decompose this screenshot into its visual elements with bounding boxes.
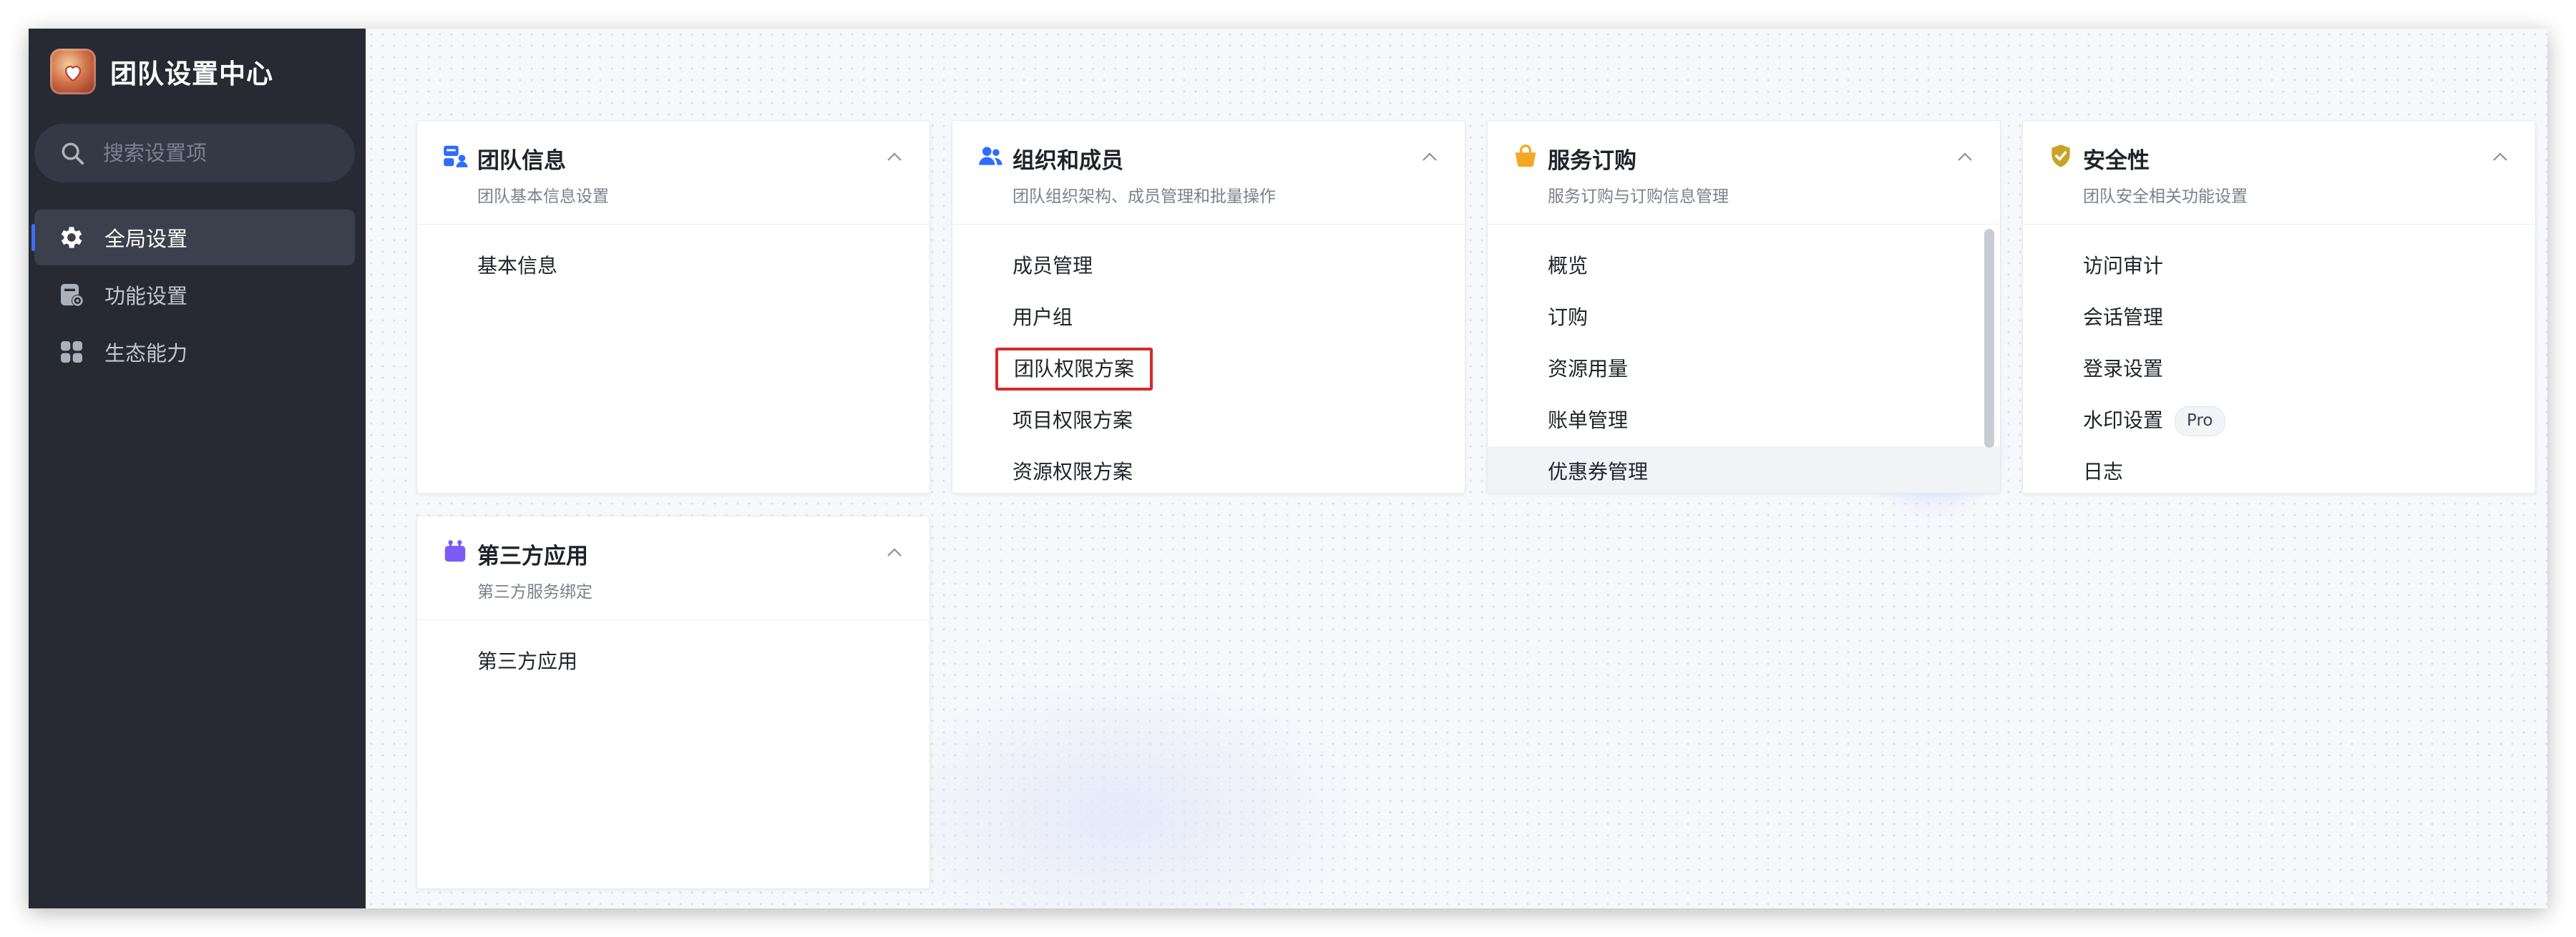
card-header[interactable]: 第三方应用 第三方服务绑定 (417, 516, 930, 620)
members-icon (979, 147, 1002, 165)
card-body: 概览 订购 资源用量 账单管理 优惠券管理 (1488, 225, 2000, 493)
sidebar-nav: 全局设置 功能设置 生态能力 (31, 210, 355, 381)
sidebar: 团队设置中心 全局设置 (29, 29, 366, 908)
search-icon (62, 142, 84, 165)
sidebar-item-global-settings[interactable]: 全局设置 (31, 210, 355, 265)
sidebar-item-label: 生态能力 (104, 341, 188, 366)
card-third-party: 第三方应用 第三方服务绑定 第三方应用 (416, 516, 930, 889)
app-title: 团队设置中心 (110, 59, 273, 89)
app-logo-icon (50, 49, 96, 94)
card-title: 团队信息 (477, 148, 566, 174)
card-title: 第三方应用 (477, 544, 588, 569)
feature-settings-icon (61, 284, 84, 307)
gear-icon (61, 227, 82, 248)
card-service: 服务订购 服务订购与订购信息管理 概览 订购 资源用量 账单管理 优惠券管理 (1487, 120, 2001, 494)
list-item[interactable]: 资源用量 (1488, 343, 2000, 395)
pro-badge: Pro (2175, 406, 2225, 436)
brand: 团队设置中心 (50, 49, 273, 94)
list-item[interactable]: 水印设置 Pro (2023, 395, 2535, 446)
card-body: 基本信息 (417, 225, 930, 292)
card-subtitle: 团队基本信息设置 (477, 187, 609, 206)
card-body: 成员管理 用户组 团队权限方案 项目权限方案 资源权限方案 (952, 225, 1465, 493)
list-item[interactable]: 概览 (1488, 240, 2000, 292)
card-header[interactable]: 安全性 团队安全相关功能设置 (2023, 121, 2535, 225)
list-item[interactable]: 资源权限方案 (952, 446, 1465, 493)
app-window: 团队设置中心 全局设置 (29, 29, 2547, 908)
highlight-box: 团队权限方案 (995, 348, 1153, 391)
chevron-up-icon[interactable] (884, 149, 905, 164)
card-subtitle: 第三方服务绑定 (477, 583, 592, 602)
card-header[interactable]: 服务订购 服务订购与订购信息管理 (1488, 121, 2000, 225)
card-subtitle: 服务订购与订购信息管理 (1548, 187, 1729, 206)
list-item[interactable]: 订购 (1488, 292, 2000, 343)
list-item[interactable]: 基本信息 (417, 240, 930, 292)
list-item-hovered[interactable]: 优惠券管理 (1488, 446, 2000, 493)
third-party-app-icon (444, 540, 466, 562)
list-item[interactable]: 第三方应用 (417, 636, 930, 687)
search-input[interactable] (102, 140, 341, 166)
apps-grid-icon (61, 341, 82, 363)
shield-check-icon (2051, 144, 2070, 167)
card-header[interactable]: 组织和成员 团队组织架构、成员管理和批量操作 (952, 121, 1465, 225)
list-item[interactable]: 项目权限方案 (952, 395, 1465, 446)
list-item[interactable]: 成员管理 (952, 240, 1465, 292)
card-header[interactable]: 团队信息 团队基本信息设置 (417, 121, 930, 225)
card-body: 第三方应用 (417, 620, 930, 687)
scrollbar[interactable] (1984, 229, 1994, 448)
background-glow (867, 672, 1367, 908)
card-team-info: 团队信息 团队基本信息设置 基本信息 (416, 120, 930, 494)
shopping-bag-icon (1515, 144, 1536, 167)
list-item[interactable]: 用户组 (952, 292, 1465, 343)
chevron-up-icon[interactable] (884, 545, 905, 559)
card-org-members: 组织和成员 团队组织架构、成员管理和批量操作 成员管理 用户组 团队权限方案 项… (952, 120, 1465, 494)
card-body: 访问审计 会话管理 登录设置 水印设置 Pro 日志 (2023, 225, 2535, 493)
card-title: 组织和成员 (1013, 148, 1123, 174)
list-item[interactable]: 日志 (2023, 446, 2535, 493)
sidebar-item-label: 功能设置 (104, 284, 188, 308)
sidebar-item-label: 全局设置 (104, 227, 188, 251)
card-title: 服务订购 (1548, 148, 1636, 174)
team-info-icon (444, 145, 468, 167)
list-item[interactable]: 登录设置 (2023, 343, 2535, 395)
sidebar-item-feature-settings[interactable]: 功能设置 (34, 267, 355, 323)
list-item[interactable]: 账单管理 (1488, 395, 2000, 446)
card-subtitle: 团队组织架构、成员管理和批量操作 (1013, 187, 1276, 206)
list-item-highlighted[interactable]: 团队权限方案 (952, 343, 1465, 395)
card-subtitle: 团队安全相关功能设置 (2083, 187, 2248, 206)
chevron-up-icon[interactable] (1954, 149, 1976, 164)
card-title: 安全性 (2083, 148, 2150, 174)
list-item[interactable]: 会话管理 (2023, 292, 2535, 343)
main-content: 团队信息 团队基本信息设置 基本信息 组织和成员 团队组织架构、成员管理和批量操… (366, 29, 2547, 908)
chevron-up-icon[interactable] (1419, 149, 1440, 164)
list-item[interactable]: 访问审计 (2023, 240, 2535, 292)
sidebar-item-ecosystem[interactable]: 生态能力 (34, 324, 355, 380)
card-security: 安全性 团队安全相关功能设置 访问审计 会话管理 登录设置 水印设置 Pro 日志 (2022, 120, 2536, 494)
search-box[interactable] (34, 124, 355, 182)
chevron-up-icon[interactable] (2489, 149, 2511, 164)
